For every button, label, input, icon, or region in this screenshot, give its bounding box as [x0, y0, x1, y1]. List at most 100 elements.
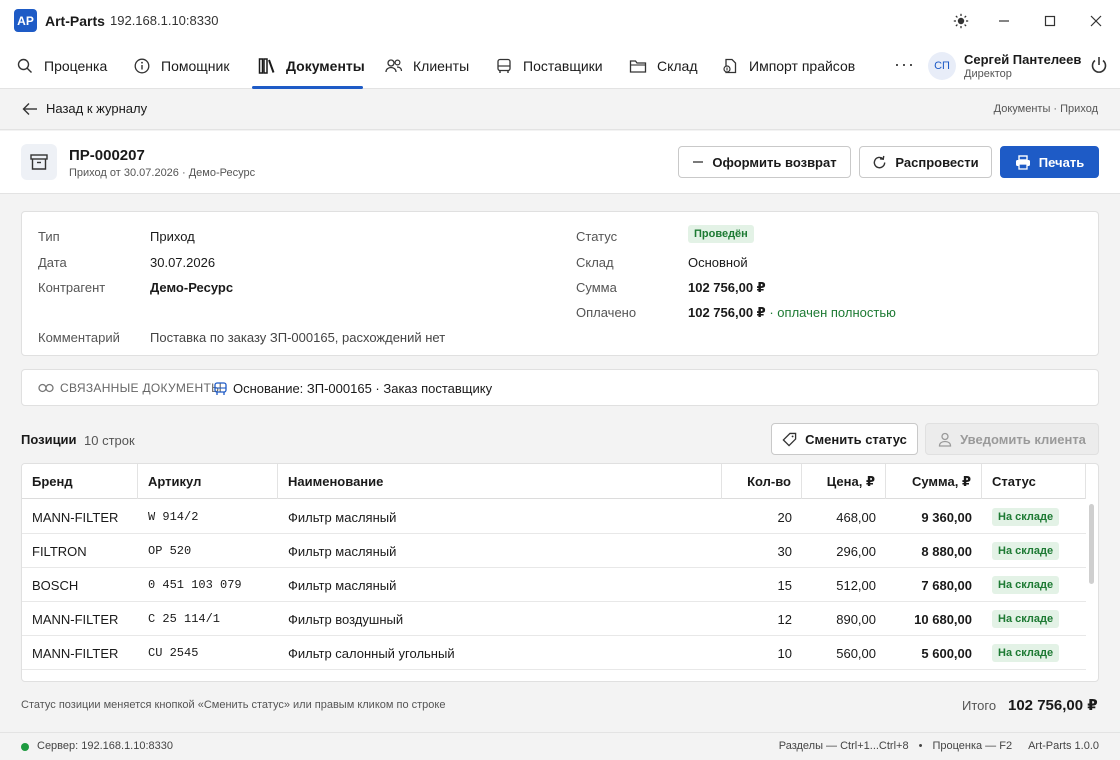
sum-value: 102 756,00 ₽ — [688, 280, 766, 295]
paid-label: Оплачено — [576, 305, 637, 320]
nav-item-assistant[interactable]: Помощник — [133, 42, 229, 89]
nav-item-pricing[interactable]: Проценка — [16, 42, 107, 89]
table-row[interactable]: MANN-FILTER W 914/2 Фильтр масляный 20 4… — [22, 500, 1086, 534]
cell-qty: 12 — [777, 611, 792, 627]
positions-title: Позиции — [21, 432, 77, 447]
cell-brand: BOSCH — [32, 577, 79, 593]
cell-sum: 8 880,00 — [921, 543, 972, 559]
positions-count: 10 строк — [84, 433, 135, 448]
related-link[interactable]: Основание: ЗП-000165 · Заказ поставщику — [214, 381, 492, 396]
more-icon[interactable]: ··· — [894, 54, 915, 75]
cell-price: 560,00 — [836, 645, 876, 661]
nav-item-price-import[interactable]: Импорт прайсов — [721, 42, 855, 89]
col-qty[interactable]: Кол-во — [722, 464, 802, 499]
users-icon — [385, 57, 403, 75]
separator: • — [918, 740, 923, 752]
cell-name: Фильтр масляный — [288, 577, 397, 593]
maximize-icon[interactable] — [1039, 10, 1061, 32]
nav-item-documents[interactable]: Документы — [258, 42, 365, 89]
cell-status: На складе — [982, 534, 1086, 568]
positions-table: Бренд Артикул Наименование Кол-во Цена, … — [21, 463, 1099, 682]
theme-toggle-icon[interactable] — [950, 10, 972, 32]
related-label: СВЯЗАННЫЕ ДОКУМЕНТЫ — [38, 381, 222, 395]
repost-button[interactable]: Распровести — [859, 146, 992, 178]
table-row[interactable]: MANN-FILTER CU 2545 Фильтр салонный угол… — [22, 636, 1086, 670]
change-status-label: Сменить статус — [805, 431, 907, 447]
table-row[interactable]: FILTRON OP 520 Фильтр масляный 30 296,00… — [22, 534, 1086, 568]
related-label-text: СВЯЗАННЫЕ ДОКУМЕНТЫ — [60, 381, 223, 395]
status-label: Статус — [576, 229, 618, 244]
cell-article: W 914/2 — [148, 510, 199, 524]
col-status[interactable]: Статус — [982, 464, 1086, 499]
cell-article: OP 520 — [148, 544, 192, 558]
table-row[interactable]: BOSCH 0 451 103 079 Фильтр масляный 15 5… — [22, 568, 1086, 602]
user-role: Директор — [964, 68, 1012, 80]
document-header: ПР-000207 Приход от 30.07.2026 · Демо-Ре… — [0, 131, 1120, 194]
cell-qty: 30 — [777, 543, 792, 559]
stock-badge: На складе — [992, 644, 1060, 662]
notify-client-button[interactable]: Уведомить клиента — [925, 423, 1099, 455]
return-button[interactable]: Оформить возврат — [678, 146, 851, 178]
table-scrollbar[interactable] — [1089, 504, 1094, 584]
return-label: Оформить возврат — [712, 154, 837, 170]
cell-status: На складе — [982, 568, 1086, 602]
cell-article: 0 451 103 079 — [148, 578, 242, 592]
server-status: Сервер: 192.168.1.10:8330 — [37, 740, 174, 752]
positions-hint: Статус позиции меняется кнопкой «Сменить… — [21, 699, 446, 711]
nav-label: Клиенты — [413, 57, 470, 74]
col-article[interactable]: Артикул — [138, 464, 278, 499]
cell-article: CU 2545 — [148, 646, 199, 660]
stock-badge: На складе — [992, 576, 1060, 594]
document-info-card: Тип Приход Дата 30.07.2026 Контрагент Де… — [21, 211, 1099, 356]
avatar[interactable]: СП — [928, 52, 956, 80]
paid-value: 102 756,00 ₽ · оплачен полностью — [688, 305, 896, 321]
stock-badge: На складе — [992, 542, 1060, 560]
server-status-dot — [21, 743, 29, 751]
power-icon[interactable] — [1089, 55, 1109, 75]
nav-item-suppliers[interactable]: Поставщики — [495, 42, 603, 89]
cell-status: На складе — [982, 500, 1086, 534]
paid-note: · оплачен полностью — [769, 305, 896, 320]
cell-price: 512,00 — [836, 577, 876, 593]
app-host: 192.168.1.10:8330 — [110, 13, 219, 28]
repost-label: Распровести — [895, 154, 979, 170]
minimize-icon[interactable] — [993, 10, 1015, 32]
refresh-icon — [874, 155, 886, 168]
table-row[interactable]: MANN-FILTER C 25 114/1 Фильтр воздушный … — [22, 602, 1086, 636]
cell-sum: 10 680,00 — [914, 611, 972, 627]
print-button[interactable]: Печать — [1000, 146, 1099, 178]
col-brand[interactable]: Бренд — [22, 464, 138, 499]
nav-item-clients[interactable]: Клиенты — [385, 42, 469, 89]
warehouse-value: Основной — [688, 255, 748, 270]
cell-brand: MANN-FILTER — [32, 611, 119, 627]
cell-brand: FILTRON — [32, 543, 87, 559]
paid-amount: 102 756,00 ₽ — [688, 305, 766, 320]
counterparty-label: Контрагент — [38, 280, 106, 295]
pricing-shortcut: Проценка — F2 — [932, 740, 1013, 752]
nav-label: Поставщики — [523, 57, 603, 74]
stock-badge: На складе — [992, 508, 1060, 526]
col-sum[interactable]: Сумма, ₽ — [886, 464, 982, 499]
col-name[interactable]: Наименование — [278, 464, 722, 499]
nav-active-indicator — [252, 86, 363, 89]
cell-status: На складе — [982, 602, 1086, 636]
back-button[interactable]: Назад к журналу — [22, 101, 147, 116]
bus-icon — [214, 381, 227, 395]
minus-icon — [693, 161, 704, 163]
search-icon — [16, 57, 34, 75]
title-bar: AP Art-Parts 192.168.1.10:8330 — [0, 0, 1120, 42]
close-icon[interactable] — [1085, 10, 1107, 32]
cell-price: 890,00 — [836, 611, 876, 627]
table-header: Бренд Артикул Наименование Кол-во Цена, … — [22, 464, 1086, 499]
change-status-button[interactable]: Сменить статус — [771, 423, 918, 455]
page-title: ПР-000207 — [69, 147, 145, 164]
nav-item-warehouse[interactable]: Склад — [629, 42, 698, 89]
cell-status: На складе — [982, 636, 1086, 670]
app-name: Art-Parts — [45, 13, 105, 29]
sections-shortcut: Разделы — Ctrl+1...Ctrl+8 — [778, 740, 909, 752]
printer-icon — [1015, 154, 1030, 170]
app-logo: AP — [14, 9, 37, 32]
arrow-left-icon — [22, 102, 37, 115]
folder-icon — [629, 57, 647, 75]
col-price[interactable]: Цена, ₽ — [802, 464, 886, 499]
